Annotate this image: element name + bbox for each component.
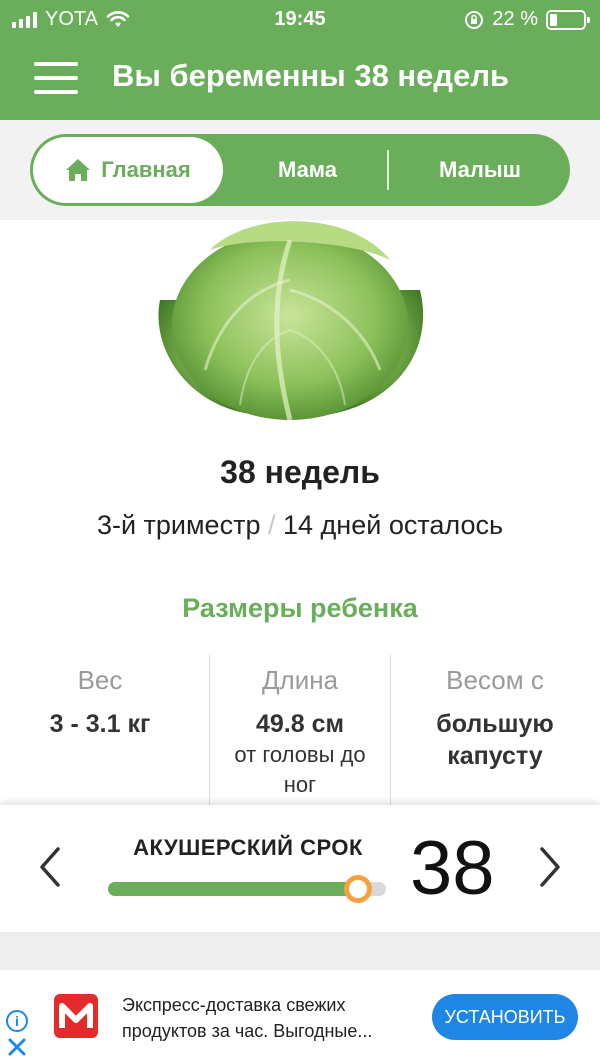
tab-mama[interactable]: Мама [235, 134, 380, 206]
ad-text: Экспресс-доставка свежих продуктов за ча… [122, 992, 422, 1044]
term-slider-fill [108, 882, 359, 896]
stat-length-label: Длина [261, 665, 339, 695]
battery-percent: 22 % [492, 8, 538, 30]
week-subtitle: 3-й триместр / 14 дней осталось [0, 510, 600, 541]
cabbage-image [158, 221, 424, 420]
tab-baby[interactable]: Малыш [400, 134, 560, 206]
status-right: 22 % [464, 8, 590, 31]
baby-sizes-title: Размеры ребенка [182, 593, 418, 623]
stat-compare-value: большую капусту [436, 710, 554, 770]
ad-text-line2: продуктов за час. Выгодные... [122, 1021, 373, 1041]
term-label: АКУШЕРСКИЙ СРОК [133, 835, 363, 860]
close-icon[interactable] [6, 1036, 28, 1058]
stat-compare: Весом с большую капусту [395, 655, 595, 805]
orientation-lock-icon [465, 10, 484, 29]
tab-home-label: Главная [101, 157, 191, 182]
subtitle-separator: / [267, 510, 276, 540]
term-week-number: 38 [410, 826, 495, 911]
install-button[interactable]: УСТАНОВИТЬ [432, 994, 578, 1040]
tab-divider [387, 150, 389, 190]
battery-icon [546, 9, 590, 30]
page-title: Вы беременны 38 недель [112, 58, 510, 93]
term-slider[interactable] [108, 875, 386, 903]
stat-weight-label: Вес [77, 665, 123, 695]
tab-mama-label: Мама [277, 157, 338, 182]
status-bar: YOTA 19:45 22 % [0, 0, 600, 40]
home-icon [66, 159, 91, 181]
baby-stats: Вес 3 - 3.1 кг Длина 49.8 см от головы д… [0, 655, 600, 805]
days-remaining: 14 дней осталось [283, 510, 504, 540]
stat-weight-value: 3 - 3.1 кг [49, 710, 151, 738]
chevron-left-icon[interactable] [34, 845, 64, 889]
tabs-area: Главная Мама Малыш [0, 120, 600, 220]
stat-length-value: 49.8 см [255, 710, 344, 738]
tab-baby-label: Малыш [439, 157, 521, 182]
ad-info-icon[interactable]: i [6, 1010, 28, 1032]
stat-length: Длина 49.8 см от головы до ног [200, 655, 400, 805]
content-gap [0, 932, 600, 970]
hamburger-menu-icon[interactable] [34, 62, 78, 94]
term-selector-panel: АКУШЕРСКИЙ СРОК 38 [0, 805, 600, 932]
term-slider-thumb[interactable] [344, 875, 373, 903]
ad-text-line1: Экспресс-доставка свежих [122, 995, 346, 1015]
chevron-right-icon[interactable] [536, 845, 566, 889]
stat-length-note: от головы до ног [234, 742, 366, 797]
stat-weight: Вес 3 - 3.1 кг [0, 655, 200, 805]
ad-banner[interactable]: i Экспресс-доставка свежих продуктов за … [0, 970, 600, 1063]
week-title: 38 недель [220, 454, 380, 490]
stat-compare-label: Весом с [446, 665, 544, 695]
tab-home[interactable]: Главная [33, 137, 223, 203]
app-header: YOTA 19:45 22 % Вы беременны 38 недель [0, 0, 600, 120]
stat-divider [390, 655, 391, 805]
trimester-label: 3-й триместр [96, 510, 261, 540]
tab-bar: Главная Мама Малыш [30, 134, 570, 206]
magnit-logo-icon [54, 994, 98, 1038]
